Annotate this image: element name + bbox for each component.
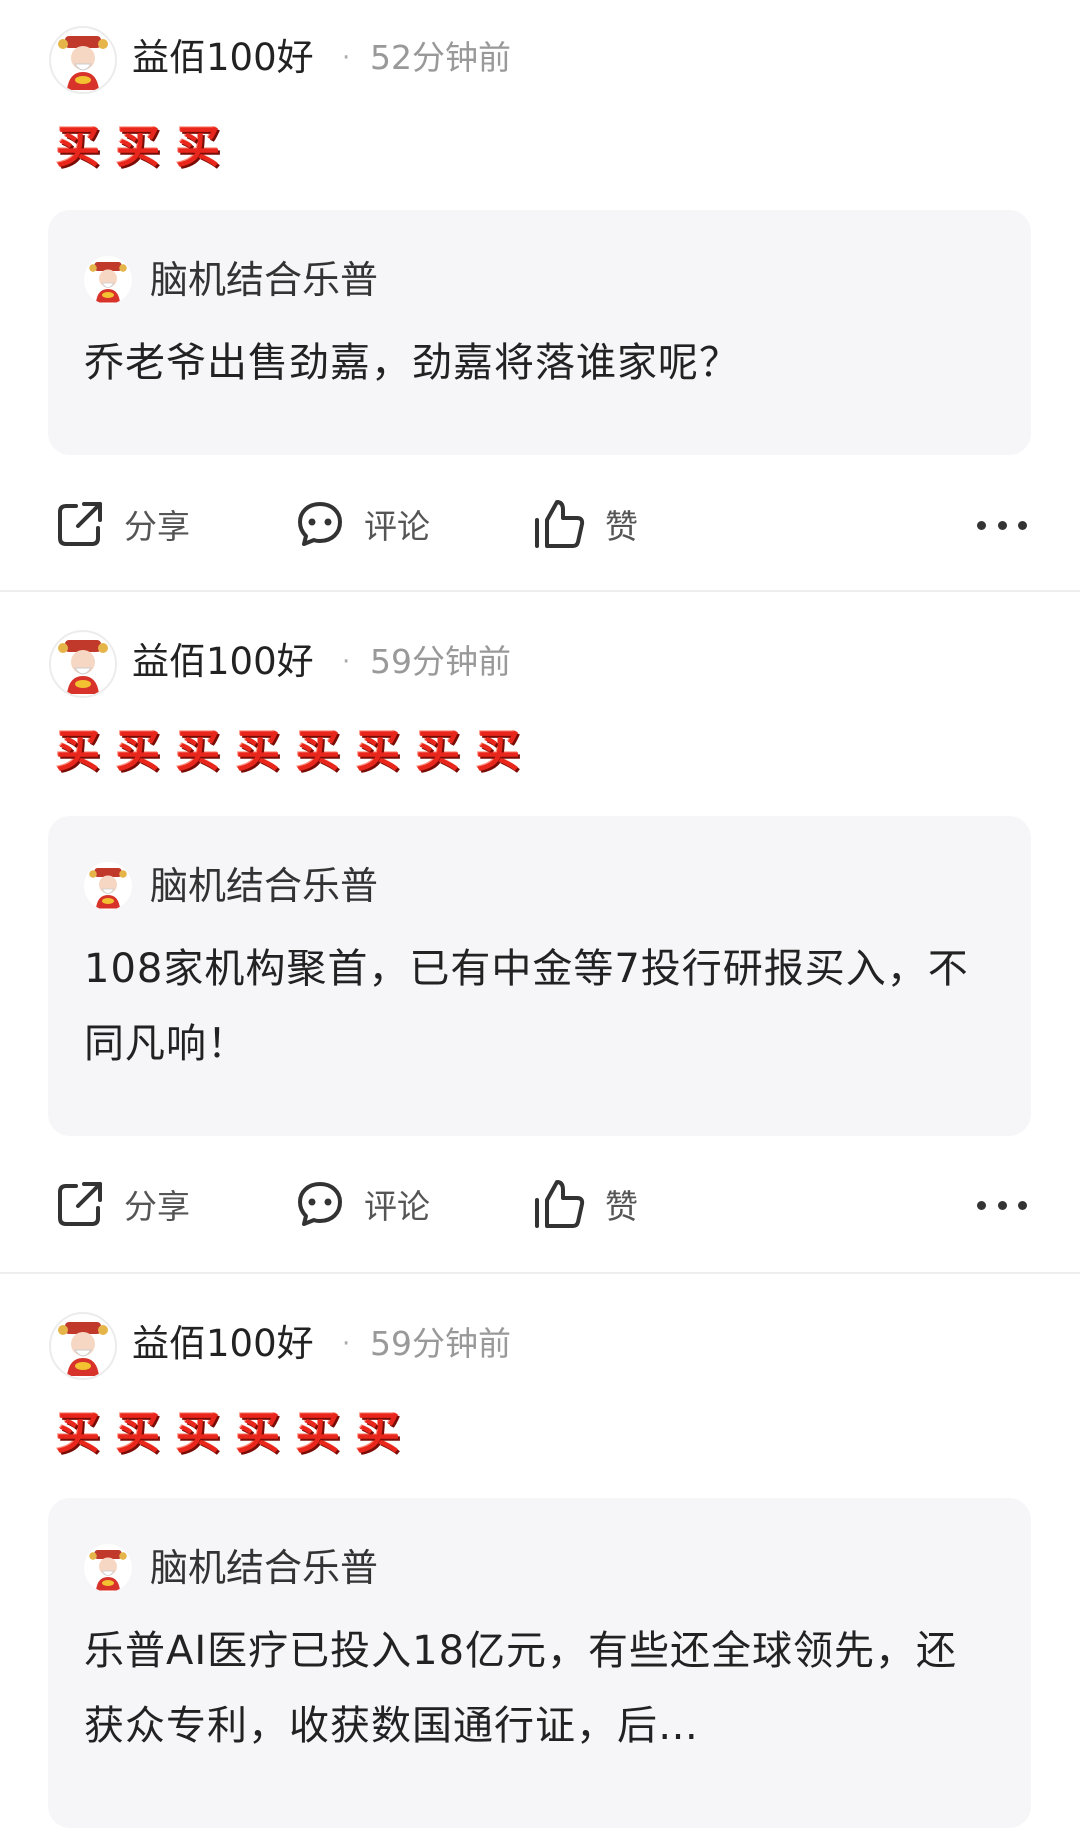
share-label: 分享 xyxy=(124,507,190,546)
post-card-2: 益佰100好 · 59分钟前 买买买买买买买买 脑机结合乐普 108家机构聚首，… xyxy=(0,592,1080,1272)
emoji-row: 买买买买买买买买 xyxy=(52,726,524,782)
quote-author-avatar xyxy=(84,862,132,910)
share-icon xyxy=(58,502,102,546)
share-button[interactable]: 分享 xyxy=(54,1174,190,1234)
caishen-avatar-icon xyxy=(89,868,127,909)
mai-emoji-icon: 买 xyxy=(476,726,520,777)
mai-emoji-icon: 买 xyxy=(236,1408,280,1459)
post-card-1: 益佰100好 · 52分钟前 买买买 脑机结合乐普 乔老爷出售劲嘉，劲嘉将落谁家… xyxy=(0,0,1080,590)
post-card-3: 益佰100好 · 59分钟前 买买买买买买 脑机结合乐普 乐普AI医疗已投入18… xyxy=(0,1274,1080,1828)
quote-text: 乐普AI医疗已投入18亿元，有些还全球领先，还获众专利，收获数国通行证，后… xyxy=(84,1628,958,1749)
quote-author-name: 脑机结合乐普 xyxy=(150,258,379,302)
comment-button[interactable]: 评论 xyxy=(294,1174,430,1234)
quoted-post-card[interactable]: 脑机结合乐普 乔老爷出售劲嘉，劲嘉将落谁家呢？ xyxy=(48,210,1031,455)
more-options-button[interactable] xyxy=(977,505,1027,545)
share-button[interactable]: 分享 xyxy=(54,494,190,554)
quote-author-avatar xyxy=(84,256,132,304)
comment-icon xyxy=(298,502,342,546)
author-avatar[interactable] xyxy=(49,1312,117,1380)
author-avatar[interactable] xyxy=(49,630,117,698)
caishen-avatar-icon xyxy=(58,1322,108,1376)
mai-emoji-icon: 买 xyxy=(356,1408,400,1459)
mai-emoji-icon: 买 xyxy=(116,726,160,777)
mai-emoji-icon: 买 xyxy=(116,122,160,173)
comment-button[interactable]: 评论 xyxy=(294,494,430,554)
caishen-avatar-icon xyxy=(89,1550,127,1591)
post-timestamp: 59分钟前 xyxy=(370,1324,511,1363)
share-label: 分享 xyxy=(124,1187,190,1226)
like-label: 赞 xyxy=(605,507,638,546)
quote-text: 108家机构聚首，已有中金等7投行研报买入，不同凡响！ xyxy=(84,946,969,1067)
emoji-row: 买买买买买买 xyxy=(52,1408,404,1464)
caishen-avatar-icon xyxy=(58,36,108,90)
more-options-button[interactable] xyxy=(977,1185,1027,1225)
caishen-avatar-icon xyxy=(89,262,127,303)
author-name[interactable]: 益佰100好 xyxy=(132,640,314,684)
author-name[interactable]: 益佰100好 xyxy=(132,36,314,80)
thumbs-up-icon xyxy=(535,1180,585,1228)
like-button[interactable]: 赞 xyxy=(533,1174,638,1234)
mai-emoji-icon: 买 xyxy=(56,122,100,173)
mai-emoji-icon: 买 xyxy=(116,1408,160,1459)
mai-emoji-icon: 买 xyxy=(56,726,100,777)
mai-emoji-icon: 买 xyxy=(416,726,460,777)
quote-author-name: 脑机结合乐普 xyxy=(150,1546,379,1590)
mai-emoji-icon: 买 xyxy=(176,122,220,173)
comment-icon xyxy=(298,1182,342,1226)
mai-emoji-icon: 买 xyxy=(236,726,280,777)
quoted-post-card[interactable]: 脑机结合乐普 乐普AI医疗已投入18亿元，有些还全球领先，还获众专利，收获数国通… xyxy=(48,1498,1031,1828)
mai-emoji-icon: 买 xyxy=(176,726,220,777)
like-button[interactable]: 赞 xyxy=(533,494,638,554)
share-icon xyxy=(58,1182,102,1226)
post-timestamp: 52分钟前 xyxy=(370,38,511,77)
quoted-post-card[interactable]: 脑机结合乐普 108家机构聚首，已有中金等7投行研报买入，不同凡响！ xyxy=(48,816,1031,1136)
comment-label: 评论 xyxy=(364,1187,430,1226)
mai-emoji-icon: 买 xyxy=(296,1408,340,1459)
caishen-avatar-icon xyxy=(58,640,108,694)
post-timestamp: 59分钟前 xyxy=(370,642,511,681)
mai-emoji-icon: 买 xyxy=(56,1408,100,1459)
mai-emoji-icon: 买 xyxy=(176,1408,220,1459)
comment-label: 评论 xyxy=(364,507,430,546)
mai-emoji-icon: 买 xyxy=(296,726,340,777)
like-label: 赞 xyxy=(605,1187,638,1226)
quote-author-name: 脑机结合乐普 xyxy=(150,864,379,908)
author-name[interactable]: 益佰100好 xyxy=(132,1322,314,1366)
thumbs-up-icon xyxy=(535,500,585,548)
mai-emoji-icon: 买 xyxy=(356,726,400,777)
meta-separator: · xyxy=(342,1329,351,1359)
quote-author-avatar xyxy=(84,1544,132,1592)
quote-text: 乔老爷出售劲嘉，劲嘉将落谁家呢？ xyxy=(84,340,740,386)
author-avatar[interactable] xyxy=(49,26,117,94)
meta-separator: · xyxy=(342,43,351,73)
meta-separator: · xyxy=(342,647,351,677)
emoji-row: 买买买 xyxy=(52,122,224,178)
